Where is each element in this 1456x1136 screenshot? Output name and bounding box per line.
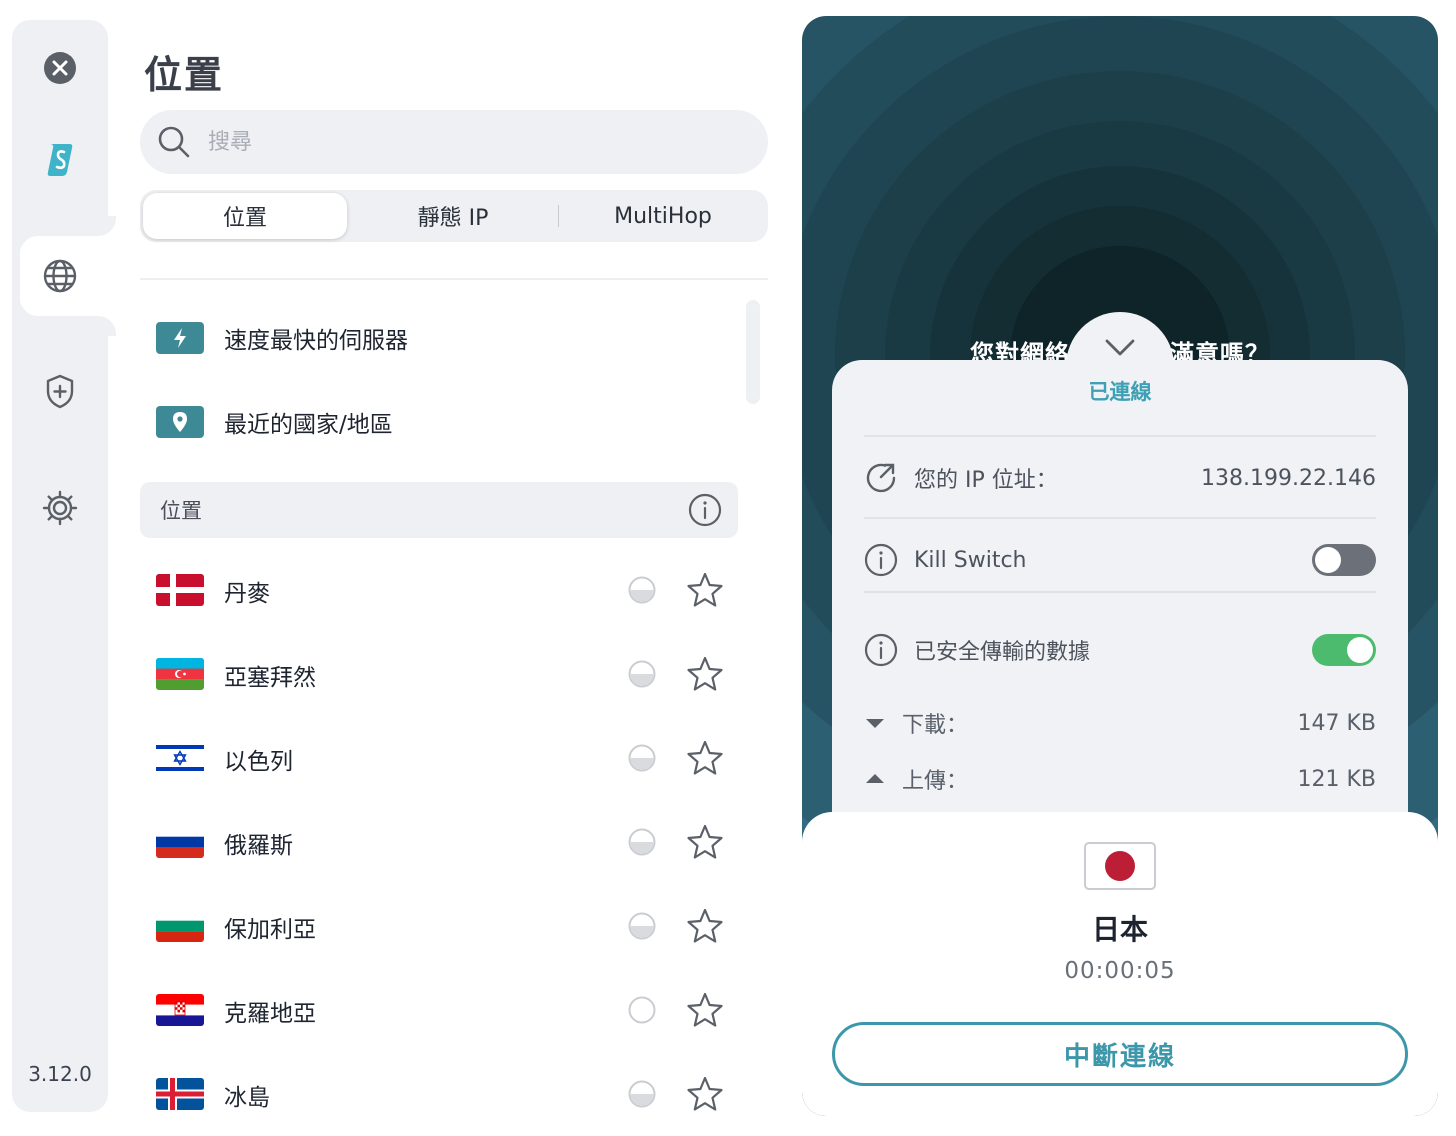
connected-location-name: 日本	[1091, 913, 1148, 946]
lightning-icon	[156, 322, 204, 354]
favorite-star-icon[interactable]	[686, 1076, 724, 1112]
russia-flag-icon	[156, 826, 204, 858]
favorite-star-icon[interactable]	[686, 908, 724, 944]
denmark-flag-icon	[156, 574, 204, 606]
favorite-star-icon[interactable]	[686, 572, 724, 608]
info-icon[interactable]	[688, 493, 722, 527]
country-row-croatia[interactable]: 克羅地亞	[156, 990, 736, 1030]
fastest-server-item[interactable]: 速度最快的伺服器	[156, 318, 408, 358]
sidebar-rail	[12, 20, 108, 1112]
globe-icon[interactable]	[40, 256, 80, 296]
app-version: 3.12.0	[28, 1062, 92, 1086]
info-icon[interactable]	[864, 543, 898, 577]
country-name: 俄羅斯	[224, 833, 293, 859]
japan-flag-icon	[1084, 842, 1156, 890]
kill-switch-label: Kill Switch	[914, 547, 1027, 573]
server-load-icon	[628, 576, 656, 604]
upload-label: 上傳：	[902, 769, 969, 794]
country-row-bulgaria[interactable]: 保加利亞	[156, 906, 736, 946]
nearest-country-label: 最近的國家/地區	[224, 412, 393, 438]
bulgaria-flag-icon	[156, 910, 204, 942]
tab-multihop[interactable]: MultiHop	[560, 193, 766, 239]
kill-switch-row: Kill Switch	[864, 540, 1376, 580]
divider	[140, 278, 768, 280]
location-pin-icon	[156, 406, 204, 438]
secure-data-label: 已安全傳輸的數據	[914, 640, 1091, 665]
favorite-star-icon[interactable]	[686, 824, 724, 860]
download-row: 下載： 147 KB	[864, 705, 1376, 741]
shield-plus-icon[interactable]	[40, 372, 80, 412]
azerbaijan-flag-icon	[156, 658, 204, 690]
server-load-icon	[628, 1080, 656, 1108]
scrollbar[interactable]	[746, 300, 760, 404]
croatia-flag-icon	[156, 994, 204, 1026]
rail-notch	[88, 316, 116, 336]
info-icon[interactable]	[864, 633, 898, 667]
country-name: 克羅地亞	[224, 1001, 316, 1027]
upload-row: 上傳： 121 KB	[864, 761, 1376, 797]
country-row-denmark[interactable]: 丹麥	[156, 570, 736, 610]
download-label: 下載：	[902, 713, 969, 738]
divider	[864, 517, 1376, 519]
server-load-icon	[628, 912, 656, 940]
disconnect-button[interactable]: 中斷連線	[832, 1022, 1408, 1086]
country-row-azerbaijan[interactable]: 亞塞拜然	[156, 654, 736, 694]
connection-panel: 您對網絡 滿意嗎？ 已連線 您的 IP 位址： 138.199.22.146 Ki…	[802, 16, 1438, 1116]
rail-notch	[88, 216, 116, 236]
country-name: 以色列	[224, 749, 293, 775]
tab-static-ip[interactable]: 靜態 IP	[350, 193, 556, 239]
divider	[864, 435, 1376, 437]
close-icon[interactable]	[40, 48, 80, 88]
search-input[interactable]	[208, 129, 728, 155]
gear-icon[interactable]	[40, 488, 80, 528]
tab-separator	[558, 205, 559, 227]
server-load-icon	[628, 744, 656, 772]
country-row-russia[interactable]: 俄羅斯	[156, 822, 736, 862]
favorite-star-icon[interactable]	[686, 992, 724, 1028]
download-arrow-icon	[866, 719, 884, 728]
kill-switch-toggle[interactable]	[1312, 544, 1376, 576]
section-header-locations: 位置	[140, 482, 738, 538]
section-header-label: 位置	[160, 499, 202, 523]
country-name: 冰島	[224, 1085, 270, 1111]
upload-value: 121 KB	[1297, 766, 1376, 792]
country-name: 亞塞拜然	[224, 665, 316, 691]
refresh-ip-icon[interactable]	[864, 461, 898, 495]
secure-data-toggle[interactable]	[1312, 634, 1376, 666]
server-load-icon	[628, 660, 656, 688]
current-location-card: 日本 00:00:05 中斷連線	[802, 812, 1438, 1116]
nearest-country-item[interactable]: 最近的國家/地區	[156, 402, 393, 442]
country-name: 丹麥	[224, 581, 270, 607]
israel-flag-icon	[156, 742, 204, 774]
favorite-star-icon[interactable]	[686, 656, 724, 692]
connection-timer: 00:00:05	[1064, 958, 1176, 984]
upload-arrow-icon	[866, 774, 884, 783]
search-bar[interactable]	[140, 110, 768, 174]
favorite-star-icon[interactable]	[686, 740, 724, 776]
connection-status: 已連線	[1088, 380, 1152, 404]
search-icon	[158, 126, 190, 158]
country-row-iceland[interactable]: 冰島	[156, 1074, 736, 1114]
server-load-icon	[628, 996, 656, 1024]
page-title: 位置	[144, 53, 225, 97]
tab-locations[interactable]: 位置	[143, 193, 347, 239]
surfshark-logo-icon[interactable]	[40, 140, 80, 180]
iceland-flag-icon	[156, 1078, 204, 1110]
ip-address-row: 您的 IP 位址： 138.199.22.146	[864, 458, 1376, 498]
country-row-israel[interactable]: 以色列	[156, 738, 736, 778]
chevron-down-icon[interactable]	[1104, 338, 1136, 358]
download-value: 147 KB	[1297, 710, 1376, 736]
ip-label: 您的 IP 位址：	[914, 468, 1058, 493]
fastest-server-label: 速度最快的伺服器	[224, 328, 408, 354]
server-load-icon	[628, 828, 656, 856]
country-name: 保加利亞	[224, 917, 316, 943]
location-tabs: 位置 靜態 IP MultiHop	[140, 190, 768, 242]
divider	[864, 591, 1376, 593]
secure-data-row: 已安全傳輸的數據	[864, 630, 1376, 670]
ip-value: 138.199.22.146	[1201, 465, 1376, 491]
